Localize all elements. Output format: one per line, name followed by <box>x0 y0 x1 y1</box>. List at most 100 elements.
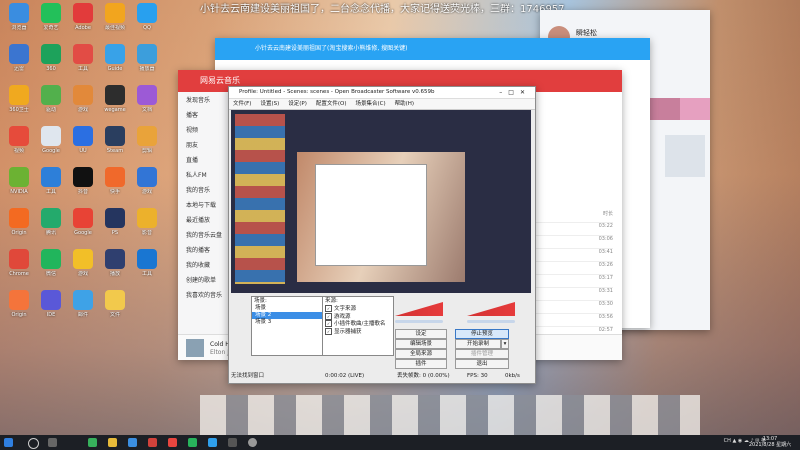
taskbar-app-icon[interactable] <box>248 438 257 447</box>
desktop-shortcut[interactable]: PS <box>98 207 132 243</box>
desktop-shortcut[interactable]: 迅雷 <box>2 43 36 79</box>
desktop-shortcut[interactable]: Origin <box>2 289 36 325</box>
music-sidebar-item[interactable]: 最近播放 <box>178 212 233 227</box>
desktop-shortcut[interactable]: 播放器 <box>130 43 164 79</box>
album-cover[interactable] <box>186 339 204 357</box>
source-list-item[interactable]: ✓ 游戏源 <box>323 312 393 321</box>
taskbar-app-icon[interactable] <box>168 438 177 447</box>
desktop-shortcut[interactable]: 360 <box>34 43 68 79</box>
sources-panel[interactable]: 来源: ✓ 文字来源 ✓ 游戏源 ✓ 小插件歌曲/主播歌名 ✓ 显示器捕获 <box>322 296 394 356</box>
contact-thumbnail[interactable] <box>680 98 710 120</box>
desktop-shortcut[interactable]: Adobe <box>66 2 100 38</box>
music-sidebar-item[interactable]: 直播 <box>178 152 233 167</box>
desktop-shortcut[interactable]: 文件 <box>98 289 132 325</box>
desktop-shortcut[interactable]: 游戏 <box>66 248 100 284</box>
desktop-shortcut[interactable]: 驱动 <box>34 84 68 120</box>
contact-photo[interactable] <box>665 135 705 177</box>
desktop-volume-slider[interactable] <box>395 320 443 323</box>
desktop-shortcut[interactable]: wegame <box>98 84 132 120</box>
music-sidebar-item[interactable]: 本地与下载 <box>178 197 233 212</box>
desktop-shortcut[interactable]: Google <box>66 207 100 243</box>
desktop-shortcut[interactable]: 最佳视频 <box>98 2 132 38</box>
music-sidebar-item[interactable]: 我的播客 <box>178 242 233 257</box>
obs-menu-item[interactable]: 设定(P) <box>288 101 307 107</box>
desktop-shortcut[interactable]: 视频 <box>2 125 36 161</box>
taskbar-app-icon[interactable] <box>88 438 97 447</box>
source-visibility-checkbox[interactable]: ✓ <box>325 305 332 312</box>
desktop-shortcut[interactable]: 文档 <box>130 84 164 120</box>
source-list-item[interactable]: ✓ 小插件歌曲/主播歌名 <box>323 320 393 328</box>
music-sidebar-item[interactable]: 创建的歌单 <box>178 272 233 287</box>
desktop-shortcut[interactable]: 剪辑 <box>130 125 164 161</box>
start-record-button[interactable]: 开始录制 <box>455 339 501 349</box>
taskbar-app-icon[interactable] <box>148 438 157 447</box>
desktop-shortcut[interactable]: Steam <box>98 125 132 161</box>
music-sidebar-item[interactable]: 私人FM <box>178 167 233 182</box>
desktop-shortcut[interactable]: 360卫士 <box>2 84 36 120</box>
obs-menu-item[interactable]: 场景集合(C) <box>356 101 386 107</box>
taskbar-app-icon[interactable] <box>228 438 237 447</box>
edit-scene-button[interactable]: 编辑场景 <box>395 339 447 349</box>
search-icon[interactable] <box>28 438 39 449</box>
obs-menu-item[interactable]: 帮助(H) <box>395 101 414 107</box>
source-visibility-checkbox[interactable]: ✓ <box>325 320 332 327</box>
taskbar-app-icon[interactable] <box>188 438 197 447</box>
desktop-shortcut[interactable]: Origin <box>2 207 36 243</box>
desktop-shortcut[interactable]: NVIDIA <box>2 166 36 202</box>
desktop-shortcut[interactable]: 播放 <box>98 248 132 284</box>
music-sidebar-item[interactable]: 视频 <box>178 122 233 137</box>
taskbar-app-icon[interactable] <box>208 438 217 447</box>
scene-list-item[interactable]: 场景 3 <box>252 319 322 326</box>
desktop-shortcut[interactable]: Guide <box>98 43 132 79</box>
source-visibility-checkbox[interactable]: ✓ <box>325 312 332 320</box>
scene-list-item[interactable]: 场景 2 <box>252 312 322 319</box>
mic-volume-slider[interactable] <box>467 320 515 323</box>
plugin-button[interactable]: 插件 <box>395 359 447 369</box>
task-view-icon[interactable] <box>48 438 57 447</box>
desktop-shortcut[interactable]: 腾讯 <box>34 207 68 243</box>
music-sidebar-item[interactable]: 我的音乐 <box>178 182 233 197</box>
desktop-shortcut[interactable]: 爱奇艺 <box>34 2 68 38</box>
obs-menu-item[interactable]: 文件(F) <box>233 101 251 107</box>
desktop-shortcut[interactable]: 快手 <box>98 166 132 202</box>
desktop-shortcut[interactable]: 邮件 <box>66 289 100 325</box>
desktop-shortcut[interactable]: Chrome <box>2 248 36 284</box>
obs-menu-item[interactable]: 设置(S) <box>260 101 279 107</box>
obs-window[interactable]: Profile: Untitled - Scenes: scenes - Ope… <box>228 86 536 384</box>
desktop-shortcut[interactable]: 游戏 <box>130 166 164 202</box>
obs-menu-item[interactable]: 配置文件(O) <box>316 101 347 107</box>
stop-preview-button[interactable]: 停止预览 <box>455 329 509 339</box>
window-controls[interactable]: –□✕ <box>499 87 531 98</box>
exit-button[interactable]: 退出 <box>455 359 509 369</box>
desktop-shortcut[interactable]: QQ <box>130 2 164 38</box>
taskbar-app-icon[interactable] <box>128 438 137 447</box>
desktop-shortcut[interactable]: 游戏 <box>66 84 100 120</box>
settings-button[interactable]: 设定 <box>395 329 447 339</box>
windows-start-icon[interactable] <box>4 438 13 447</box>
taskbar-clock[interactable]: 13:07 2021/8/28 星期六 <box>746 436 794 448</box>
music-sidebar-item[interactable]: 发现音乐 <box>178 92 233 107</box>
global-source-button[interactable]: 全局来源 <box>395 349 447 359</box>
desktop-shortcut[interactable]: Google <box>34 125 68 161</box>
desktop-shortcut[interactable]: UU <box>66 125 100 161</box>
music-sidebar-item[interactable]: 播客 <box>178 107 233 122</box>
source-list-item[interactable]: ✓ 显示器捕获 <box>323 327 393 336</box>
music-sidebar-item[interactable]: 我喜欢的音乐 <box>178 287 233 302</box>
desktop-shortcut[interactable]: IDE <box>34 289 68 325</box>
plugins-button[interactable]: 插件管理 <box>455 349 509 359</box>
music-sidebar-item[interactable]: 我的音乐云盘 <box>178 227 233 242</box>
contact-thumbnail[interactable] <box>650 98 680 120</box>
source-list-item[interactable]: ✓ 文字来源 <box>323 305 393 313</box>
taskbar-app-icon[interactable] <box>108 438 117 447</box>
desktop-shortcut[interactable]: 抖音 <box>66 166 100 202</box>
music-sidebar-item[interactable]: 朋友 <box>178 137 233 152</box>
desktop-shortcut[interactable]: 浏览器 <box>2 2 36 38</box>
desktop-shortcut[interactable]: 工具 <box>34 166 68 202</box>
music-sidebar-item[interactable]: 我的收藏 <box>178 257 233 272</box>
desktop-shortcut[interactable]: 影音 <box>130 207 164 243</box>
desktop-shortcut[interactable]: 工具 <box>130 248 164 284</box>
desktop-shortcut[interactable]: 工具 <box>66 43 100 79</box>
record-dropdown-button[interactable]: ▾ <box>501 339 509 349</box>
scene-list-item[interactable]: 场景 <box>252 305 322 312</box>
scenes-panel[interactable]: 场景: 场景 场景 2 场景 3 <box>251 296 323 356</box>
